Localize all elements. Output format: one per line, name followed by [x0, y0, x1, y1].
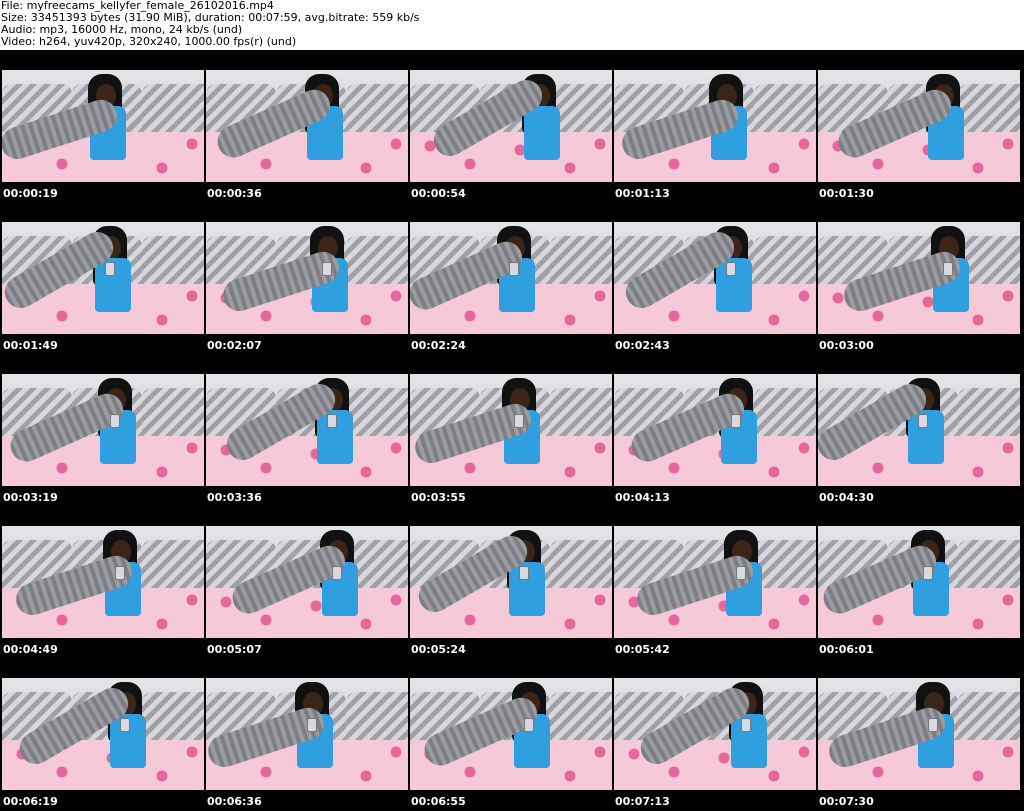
video-frame-image — [206, 526, 408, 638]
thumbnail-timestamp: 00:01:13 — [615, 187, 670, 200]
thumbnail-timestamp: 00:00:36 — [207, 187, 262, 200]
video-frame-image — [818, 526, 1020, 638]
phone — [327, 414, 337, 428]
video-frame-image — [410, 374, 612, 486]
person-torso — [524, 106, 560, 160]
thumbnail-tile[interactable]: 00:07:13 — [612, 658, 816, 810]
thumbnail-tile[interactable]: 00:03:55 — [408, 354, 612, 506]
thumbnail-timestamp: 00:05:07 — [207, 643, 262, 656]
phone — [731, 414, 741, 428]
video-frame-image — [206, 374, 408, 486]
phone — [307, 718, 317, 732]
video-frame-image — [614, 374, 816, 486]
thumbnail-timestamp: 00:06:19 — [3, 795, 58, 808]
thumbnail-timestamp: 00:01:30 — [819, 187, 874, 200]
phone — [923, 566, 933, 580]
phone — [120, 718, 130, 732]
thumbnail-timestamp: 00:01:49 — [3, 339, 58, 352]
phone — [110, 414, 120, 428]
video-info-line: Video: h264, yuv420p, 320x240, 1000.00 f… — [1, 35, 297, 48]
thumbnail-tile[interactable]: 00:03:19 — [0, 354, 204, 506]
thumbnail-tile[interactable]: 00:04:13 — [612, 354, 816, 506]
thumbnail-timestamp: 00:05:24 — [411, 643, 466, 656]
thumbnail-grid: 00:00:19 00:00:36 00:00:54 00:01:13 00:01:30… — [0, 50, 1024, 811]
thumbnail-tile[interactable]: 00:02:43 — [612, 202, 816, 354]
thumbnail-tile[interactable]: 00:01:30 — [816, 50, 1020, 202]
phone — [332, 566, 342, 580]
video-frame-image — [614, 526, 816, 638]
video-frame-image — [2, 526, 204, 638]
video-frame-image — [206, 70, 408, 182]
thumbnail-timestamp: 00:02:07 — [207, 339, 262, 352]
phone — [322, 262, 332, 276]
thumbnail-tile[interactable]: 00:05:07 — [204, 506, 408, 658]
video-frame-image — [410, 70, 612, 182]
thumbnail-tile[interactable]: 00:06:19 — [0, 658, 204, 810]
thumbnail-tile[interactable]: 00:00:36 — [204, 50, 408, 202]
thumbnail-timestamp: 00:03:19 — [3, 491, 58, 504]
thumbnail-timestamp: 00:03:36 — [207, 491, 262, 504]
video-frame-image — [2, 70, 204, 182]
phone — [524, 718, 534, 732]
video-frame-image — [614, 678, 816, 790]
thumbnail-timestamp: 00:00:54 — [411, 187, 466, 200]
phone — [726, 262, 736, 276]
phone — [928, 718, 938, 732]
thumbnail-tile[interactable]: 00:00:19 — [0, 50, 204, 202]
thumbnail-tile[interactable]: 00:05:42 — [612, 506, 816, 658]
video-frame-image — [818, 678, 1020, 790]
thumbnail-tile[interactable]: 00:02:24 — [408, 202, 612, 354]
thumbnail-timestamp: 00:00:19 — [3, 187, 58, 200]
thumbnail-timestamp: 00:06:01 — [819, 643, 874, 656]
thumbnail-tile[interactable]: 00:02:07 — [204, 202, 408, 354]
thumbnail-tile[interactable]: 00:06:55 — [408, 658, 612, 810]
thumbnail-timestamp: 00:03:00 — [819, 339, 874, 352]
phone — [741, 718, 751, 732]
video-frame-image — [2, 222, 204, 334]
phone — [509, 262, 519, 276]
thumbnail-timestamp: 00:04:30 — [819, 491, 874, 504]
thumbnail-timestamp: 00:04:49 — [3, 643, 58, 656]
phone — [105, 262, 115, 276]
phone — [115, 566, 125, 580]
video-frame-image — [614, 222, 816, 334]
thumbnail-timestamp: 00:04:13 — [615, 491, 670, 504]
video-frame-image — [818, 374, 1020, 486]
video-frame-image — [614, 70, 816, 182]
thumbnail-timestamp: 00:02:24 — [411, 339, 466, 352]
thumbnail-timestamp: 00:06:55 — [411, 795, 466, 808]
thumbnail-timestamp: 00:02:43 — [615, 339, 670, 352]
thumbnail-tile[interactable]: 00:07:30 — [816, 658, 1020, 810]
thumbnail-tile[interactable]: 00:00:54 — [408, 50, 612, 202]
video-info-header: File: myfreecams_kellyfer_female_2610201… — [0, 0, 1024, 50]
phone — [736, 566, 746, 580]
video-frame-image — [2, 374, 204, 486]
video-frame-image — [410, 526, 612, 638]
video-frame-image — [410, 222, 612, 334]
thumbnail-timestamp: 00:06:36 — [207, 795, 262, 808]
thumbnail-tile[interactable]: 00:01:13 — [612, 50, 816, 202]
thumbnail-tile[interactable]: 00:06:36 — [204, 658, 408, 810]
thumbnail-tile[interactable]: 00:04:30 — [816, 354, 1020, 506]
thumbnail-tile[interactable]: 00:03:36 — [204, 354, 408, 506]
thumbnail-tile[interactable]: 00:04:49 — [0, 506, 204, 658]
phone — [943, 262, 953, 276]
phone — [519, 566, 529, 580]
thumbnail-timestamp: 00:07:30 — [819, 795, 874, 808]
video-frame-image — [410, 678, 612, 790]
thumbnail-timestamp: 00:03:55 — [411, 491, 466, 504]
video-frame-image — [2, 678, 204, 790]
thumbnail-tile[interactable]: 00:05:24 — [408, 506, 612, 658]
video-frame-image — [206, 222, 408, 334]
phone — [514, 414, 524, 428]
video-frame-image — [206, 678, 408, 790]
thumbnail-timestamp: 00:05:42 — [615, 643, 670, 656]
thumbnail-tile[interactable]: 00:06:01 — [816, 506, 1020, 658]
thumbnail-timestamp: 00:07:13 — [615, 795, 670, 808]
thumbnail-tile[interactable]: 00:01:49 — [0, 202, 204, 354]
video-frame-image — [818, 222, 1020, 334]
thumbnail-tile[interactable]: 00:03:00 — [816, 202, 1020, 354]
video-frame-image — [818, 70, 1020, 182]
phone — [918, 414, 928, 428]
